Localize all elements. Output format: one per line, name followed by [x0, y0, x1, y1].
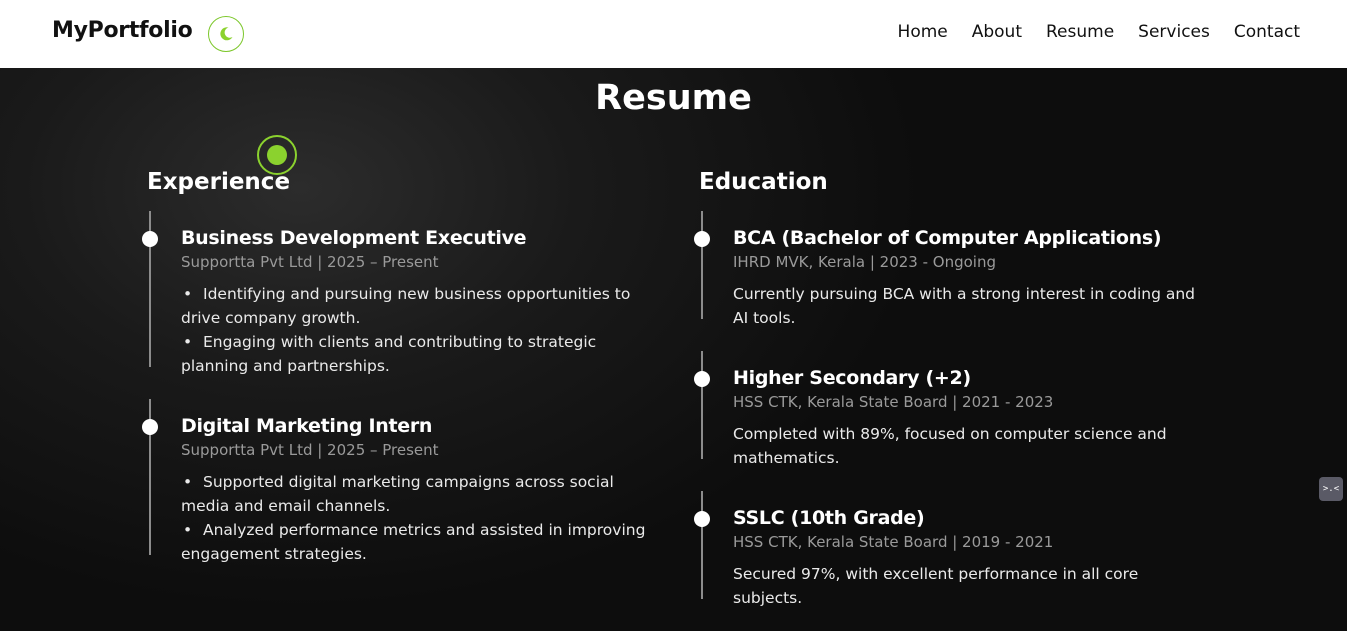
education-description: Secured 97%, with excellent performance … — [733, 565, 1139, 607]
education-degree: SSLC (10th Grade) — [733, 507, 925, 529]
experience-meta: Supportta Pvt Ltd | 2025 – Present — [181, 441, 439, 459]
timeline-dot-icon — [694, 231, 710, 247]
experience-role: Digital Marketing Intern — [181, 415, 433, 437]
timeline-line — [701, 211, 703, 319]
resume-section: Resume Experience Business Development E… — [0, 68, 1347, 631]
timeline-line — [701, 491, 703, 599]
timeline-dot-icon — [142, 419, 158, 435]
cursor-dot — [267, 145, 287, 165]
experience-item: Business Development Executive Supportta… — [142, 211, 661, 378]
experience-meta: Supportta Pvt Ltd | 2025 – Present — [181, 253, 439, 271]
education-description: Currently pursuing BCA with a strong int… — [733, 285, 1196, 327]
nav-link-about[interactable]: About — [972, 22, 1022, 42]
bullet-icon: • — [183, 285, 193, 303]
education-degree: Higher Secondary (+2) — [733, 367, 971, 389]
experience-role: Business Development Executive — [181, 227, 527, 249]
theme-toggle-button[interactable] — [208, 16, 244, 52]
education-degree: BCA (Bachelor of Computer Applications) — [733, 227, 1162, 249]
education-meta: IHRD MVK, Kerala | 2023 - Ongoing — [733, 253, 996, 271]
bullet-item: • Analyzed performance metrics and assist… — [181, 518, 661, 566]
nav-link-services[interactable]: Services — [1138, 22, 1210, 42]
moon-icon — [220, 27, 233, 41]
education-meta: HSS CTK, Kerala State Board | 2021 - 202… — [733, 393, 1054, 411]
nav-link-home[interactable]: Home — [898, 22, 948, 42]
timeline-dot-icon — [694, 511, 710, 527]
timeline-dot-icon — [694, 371, 710, 387]
education-item: Higher Secondary (+2) HSS CTK, Kerala St… — [694, 351, 1203, 470]
bullet-icon: • — [183, 333, 193, 351]
education-heading: Education — [699, 169, 828, 195]
education-meta: HSS CTK, Kerala State Board | 2019 - 202… — [733, 533, 1054, 551]
experience-heading: Experience — [147, 169, 291, 195]
experience-bullets: • Supported digital marketing campaigns a… — [181, 470, 661, 566]
bullet-icon: • — [183, 473, 193, 491]
timeline-dot-icon — [142, 231, 158, 247]
nav-link-contact[interactable]: Contact — [1234, 22, 1300, 42]
nav-link-resume[interactable]: Resume — [1046, 22, 1114, 42]
bullet-icon: • — [183, 521, 193, 539]
bullet-item: • Supported digital marketing campaigns a… — [181, 470, 661, 518]
education-item: SSLC (10th Grade) HSS CTK, Kerala State … — [694, 491, 1203, 610]
side-widget-button[interactable]: >.< — [1319, 477, 1343, 501]
bullet-item: • Engaging with clients and contributing … — [181, 330, 661, 378]
navbar: MyPortfolio Home About Resume Services C… — [0, 0, 1347, 68]
education-item: BCA (Bachelor of Computer Applications) … — [694, 211, 1203, 330]
experience-item: Digital Marketing Intern Supportta Pvt L… — [142, 399, 661, 566]
brand-logo[interactable]: MyPortfolio — [52, 18, 193, 43]
main-nav: Home About Resume Services Contact — [898, 22, 1300, 42]
section-title: Resume — [595, 78, 752, 118]
bullet-item: • Identifying and pursuing new business o… — [181, 282, 661, 330]
education-description: Completed with 89%, focused on computer … — [733, 425, 1167, 467]
timeline-line — [701, 351, 703, 459]
experience-bullets: • Identifying and pursuing new business o… — [181, 282, 661, 378]
